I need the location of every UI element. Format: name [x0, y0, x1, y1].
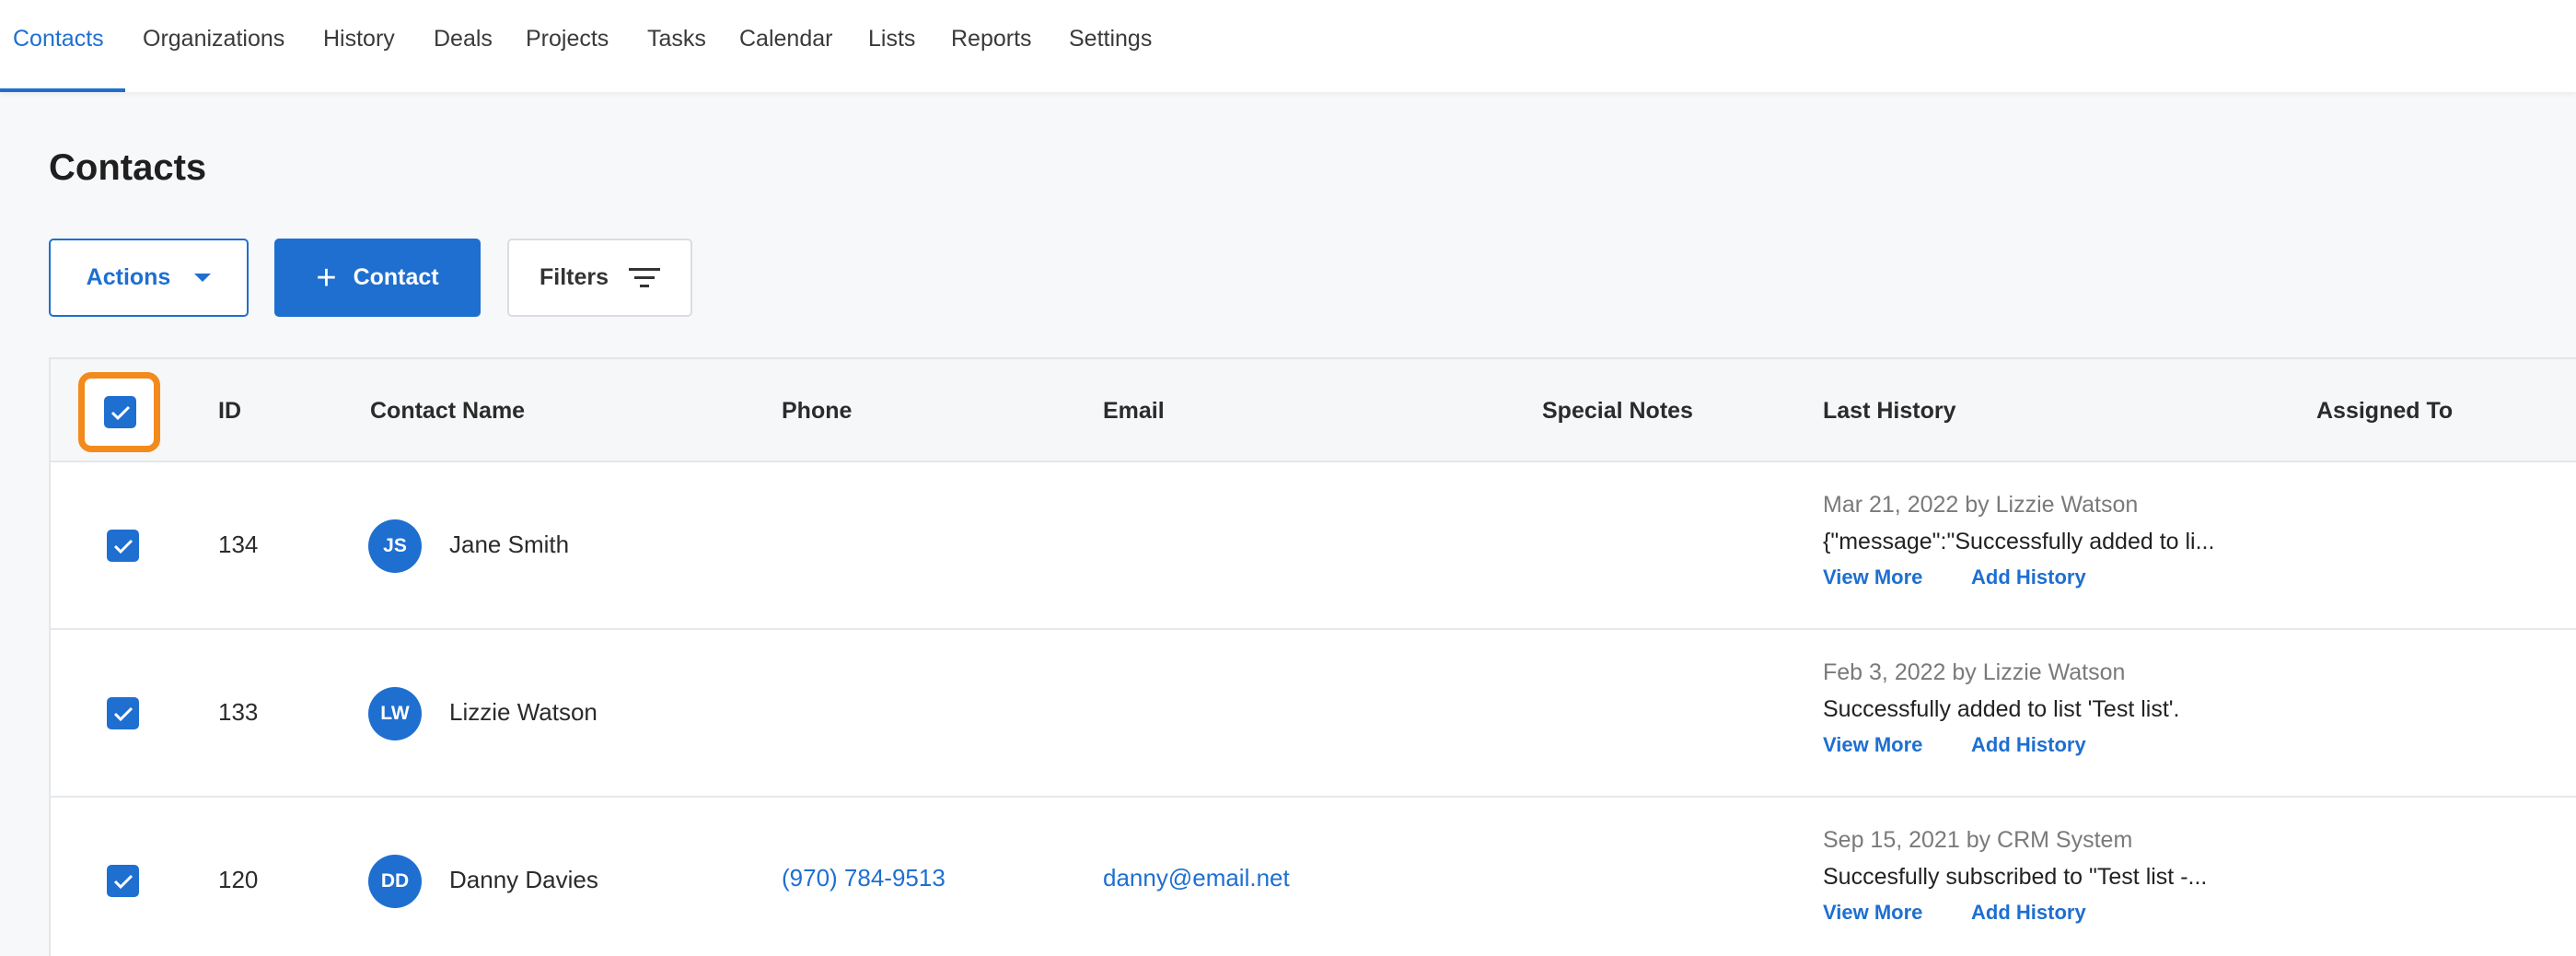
history-message: {"message":"Successfully added to li...	[1823, 529, 2215, 554]
table-row[interactable]: 120 DD Danny Davies (970) 784-9513 danny…	[51, 798, 2576, 956]
tab-lists[interactable]: Lists	[868, 0, 915, 92]
contact-email[interactable]: danny@email.net	[1103, 864, 1290, 892]
header-last-history[interactable]: Last History	[1823, 359, 1955, 462]
plus-icon: +	[316, 258, 337, 297]
check-icon	[113, 539, 133, 554]
active-tab-indicator	[0, 88, 125, 92]
header-phone[interactable]: Phone	[782, 359, 852, 462]
add-history-link[interactable]: Add History	[1971, 901, 2086, 925]
contact-name[interactable]: Jane Smith	[449, 530, 569, 559]
filters-label: Filters	[539, 264, 609, 290]
contact-name[interactable]: Danny Davies	[449, 866, 598, 894]
check-icon	[110, 405, 130, 420]
contact-phone[interactable]: (970) 784-9513	[782, 864, 946, 892]
header-id[interactable]: ID	[218, 359, 241, 462]
table-row[interactable]: 133 LW Lizzie Watson Feb 3, 2022 by Lizz…	[51, 630, 2576, 798]
avatar: JS	[368, 519, 422, 573]
header-assigned-to[interactable]: Assigned To	[2316, 359, 2453, 462]
history-meta: Mar 21, 2022 by Lizzie Watson	[1823, 492, 2139, 518]
top-nav: Contacts Organizations History Deals Pro…	[0, 0, 2576, 92]
row-checkbox[interactable]	[107, 697, 139, 729]
tab-reports[interactable]: Reports	[951, 0, 1032, 92]
filters-button[interactable]: Filters	[507, 239, 692, 317]
tab-calendar[interactable]: Calendar	[739, 0, 832, 92]
page-title: Contacts	[49, 147, 207, 188]
check-icon	[113, 874, 133, 889]
view-more-link[interactable]: View More	[1823, 901, 1922, 925]
row-checkbox[interactable]	[107, 530, 139, 562]
avatar: DD	[368, 855, 422, 908]
tab-history[interactable]: History	[323, 0, 395, 92]
contact-id: 134	[218, 530, 259, 558]
tab-organizations[interactable]: Organizations	[143, 0, 284, 92]
contact-id: 120	[218, 866, 259, 893]
add-contact-label: Contact	[353, 264, 439, 290]
table-header: ID Contact Name Phone Email Special Note…	[51, 359, 2576, 462]
add-contact-button[interactable]: + Contact	[274, 239, 481, 317]
header-special-notes[interactable]: Special Notes	[1542, 359, 1693, 462]
contact-name[interactable]: Lizzie Watson	[449, 698, 598, 727]
header-email[interactable]: Email	[1103, 359, 1165, 462]
history-meta: Sep 15, 2021 by CRM System	[1823, 827, 2133, 853]
check-icon	[113, 706, 133, 721]
row-checkbox[interactable]	[107, 865, 139, 897]
history-message: Successfully added to list 'Test list'.	[1823, 696, 2180, 722]
tab-settings[interactable]: Settings	[1069, 0, 1152, 92]
actions-dropdown-button[interactable]: Actions	[49, 239, 249, 317]
caret-down-icon	[194, 274, 212, 282]
header-contact-name[interactable]: Contact Name	[370, 359, 525, 462]
tab-projects[interactable]: Projects	[526, 0, 609, 92]
filter-icon	[629, 267, 661, 287]
view-more-link[interactable]: View More	[1823, 565, 1922, 589]
avatar: LW	[368, 687, 422, 740]
history-message: Succesfully subscribed to "Test list -..…	[1823, 864, 2208, 890]
contact-id: 133	[218, 698, 259, 726]
tab-contacts[interactable]: Contacts	[13, 0, 104, 92]
contacts-table: ID Contact Name Phone Email Special Note…	[49, 357, 2576, 956]
add-history-link[interactable]: Add History	[1971, 733, 2086, 757]
view-more-link[interactable]: View More	[1823, 733, 1922, 757]
actions-label: Actions	[86, 264, 171, 290]
select-all-checkbox[interactable]	[104, 396, 136, 428]
history-meta: Feb 3, 2022 by Lizzie Watson	[1823, 659, 2126, 685]
tab-tasks[interactable]: Tasks	[647, 0, 706, 92]
add-history-link[interactable]: Add History	[1971, 565, 2086, 589]
tab-deals[interactable]: Deals	[434, 0, 493, 92]
table-row[interactable]: 134 JS Jane Smith Mar 21, 2022 by Lizzie…	[51, 462, 2576, 630]
